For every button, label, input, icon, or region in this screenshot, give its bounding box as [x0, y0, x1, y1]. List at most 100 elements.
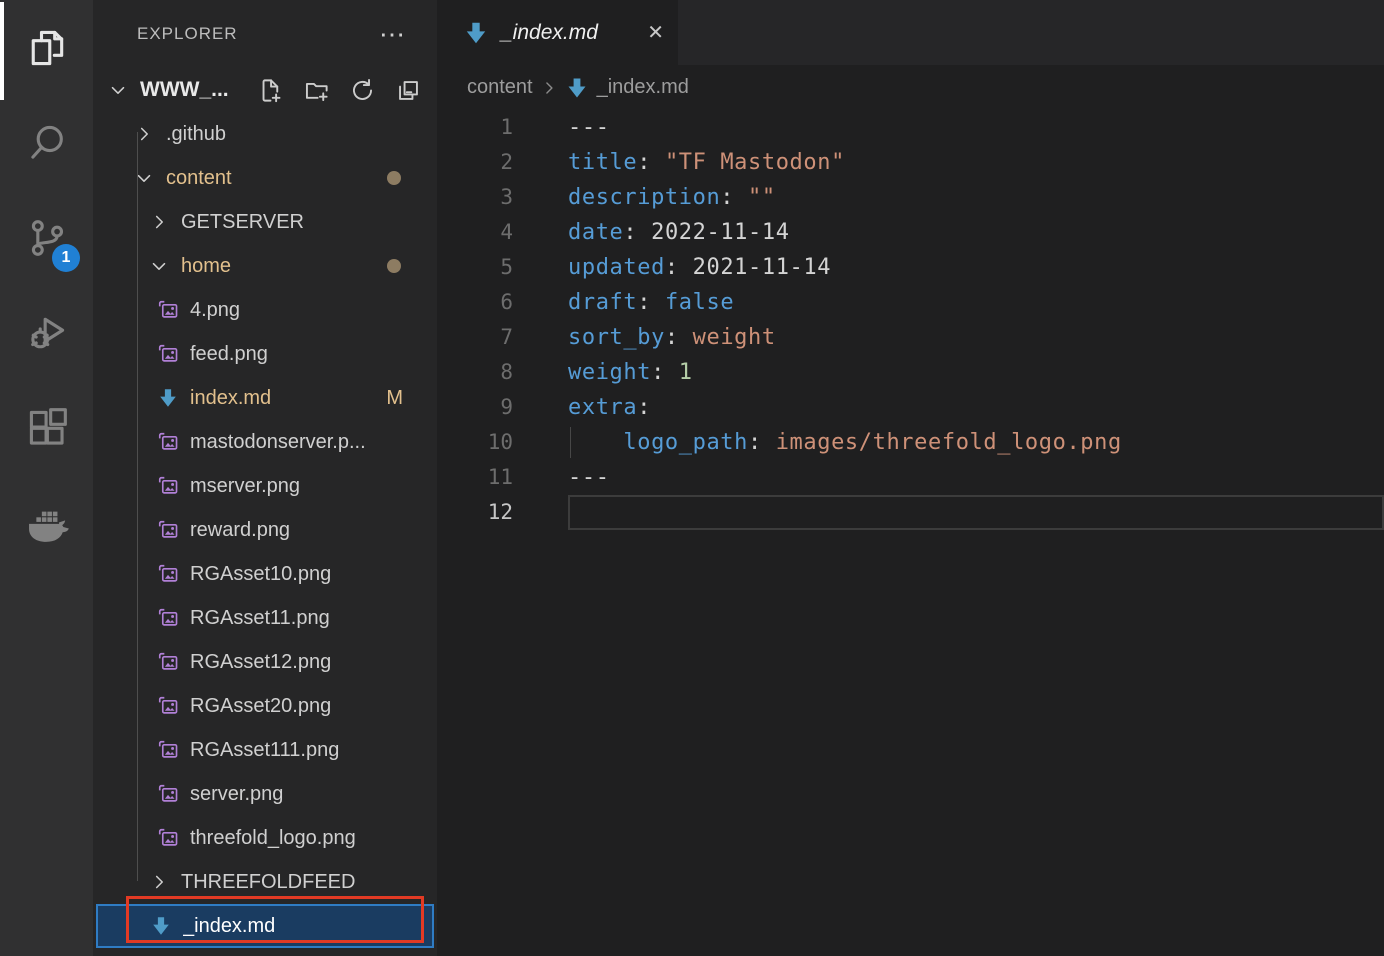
explorer-title: EXPLORER — [137, 24, 238, 44]
tree-item-index-md[interactable]: index.mdM — [93, 376, 437, 420]
activity-item-docker[interactable] — [0, 475, 93, 570]
tree-item-label: RGAsset111.png — [190, 739, 339, 762]
code-line-10[interactable]: 10 logo_path: images/threefold_logo.png — [437, 425, 1384, 460]
activity-item-extensions[interactable] — [0, 380, 93, 475]
activity-item-source-control[interactable]: 1 — [0, 190, 93, 285]
code-line-12[interactable]: 12 — [437, 495, 1384, 530]
code-line-2[interactable]: 2 title: "TF Mastodon" — [437, 145, 1384, 180]
tree-item-label: content — [166, 167, 232, 190]
line-number: 12 — [437, 495, 513, 530]
code-line-4[interactable]: 4date: 2022-11-14 — [437, 215, 1384, 250]
chevron-right-icon — [148, 871, 170, 893]
line-number: 2 — [437, 145, 513, 180]
line-number: 1 — [437, 110, 513, 145]
tree-item-home[interactable]: home — [93, 244, 437, 288]
indent-guide — [570, 427, 571, 458]
image-icon — [157, 299, 179, 321]
tree-item-rgasset10-png[interactable]: RGAsset10.png — [93, 552, 437, 596]
tree-item-github[interactable]: .github — [93, 112, 437, 156]
breadcrumb: content _index.md — [437, 65, 1384, 110]
image-icon — [157, 343, 179, 365]
tree-item-rgasset11-png[interactable]: RGAsset11.png — [93, 596, 437, 640]
tree-item-www[interactable]: WWW_... — [93, 68, 437, 112]
tree-item-label: server.png — [190, 783, 283, 806]
code-line-3[interactable]: 3description: "" — [437, 180, 1384, 215]
image-icon — [157, 431, 179, 453]
line-content: draft: false — [568, 285, 1384, 320]
tree-item-getserver[interactable]: GETSERVER — [93, 200, 437, 244]
tree-item-label: GETSERVER — [181, 211, 304, 234]
breadcrumb-item-index-md[interactable]: _index.md — [597, 76, 689, 99]
chevron-right-icon — [133, 123, 155, 145]
tree-item-feed-png[interactable]: feed.png — [93, 332, 437, 376]
image-icon — [157, 695, 179, 717]
tree-item-rgasset12-png[interactable]: RGAsset12.png — [93, 640, 437, 684]
tab-bar: _index.md ✕ — [437, 0, 1384, 65]
tree-item-label: THREEFOLDFEED — [181, 871, 355, 894]
code-line-8[interactable]: 8 weight: 1 — [437, 355, 1384, 390]
extensions-icon — [25, 406, 69, 450]
image-icon — [157, 739, 179, 761]
tree-item-label: mserver.png — [190, 475, 300, 498]
line-content: title: "TF Mastodon" — [568, 145, 1384, 180]
new-file-icon[interactable] — [257, 77, 284, 104]
source-control-badge: 1 — [52, 244, 80, 272]
code-line-5[interactable]: 5updated: 2021-11-14 — [437, 250, 1384, 285]
code-line-11[interactable]: 11--- — [437, 460, 1384, 495]
tree-item-label: _index.md — [183, 915, 275, 938]
code-line-6[interactable]: 6 draft: false — [437, 285, 1384, 320]
tree-item-mastodonserver-p[interactable]: mastodonserver.p... — [93, 420, 437, 464]
docker-icon — [25, 501, 69, 545]
chevron-right-icon — [148, 211, 170, 233]
chevron-down-icon — [107, 79, 129, 101]
explorer-toolbar — [257, 77, 437, 104]
tree-item-threefold-logo-png[interactable]: threefold_logo.png — [93, 816, 437, 860]
code-editor[interactable]: 1---2 title: "TF Mastodon"3description: "… — [437, 110, 1384, 530]
activity-item-explorer[interactable] — [0, 0, 93, 95]
breadcrumb-item-content[interactable]: content — [467, 76, 533, 99]
chevron-down-icon — [133, 167, 155, 189]
chevron-right-icon — [539, 78, 559, 98]
more-actions-icon[interactable]: ⋯ — [379, 21, 407, 47]
tree-item-4-png[interactable]: 4.png — [93, 288, 437, 332]
image-icon — [157, 827, 179, 849]
tree-item-rgasset20-png[interactable]: RGAsset20.png — [93, 684, 437, 728]
tree-item-label: 4.png — [190, 299, 240, 322]
line-number: 11 — [437, 460, 513, 495]
code-line-1[interactable]: 1--- — [437, 110, 1384, 145]
line-number: 6 — [437, 285, 513, 320]
image-icon — [157, 783, 179, 805]
refresh-icon[interactable] — [349, 77, 376, 104]
tree-item-index-md[interactable]: _index.md — [96, 904, 434, 948]
tree-item-label: index.md — [190, 387, 271, 410]
image-icon — [157, 651, 179, 673]
chevron-down-icon — [148, 255, 170, 277]
git-modified-dot — [387, 259, 401, 273]
tree-item-reward-png[interactable]: reward.png — [93, 508, 437, 552]
tree-item-rgasset111-png[interactable]: RGAsset111.png — [93, 728, 437, 772]
activity-item-run-and-debug[interactable] — [0, 285, 93, 380]
run-debug-icon — [25, 311, 69, 355]
tree-item-label: reward.png — [190, 519, 290, 542]
code-line-7[interactable]: 7sort_by: weight — [437, 320, 1384, 355]
line-content: updated: 2021-11-14 — [568, 250, 1384, 285]
new-folder-icon[interactable] — [303, 77, 330, 104]
line-number: 7 — [437, 320, 513, 355]
image-icon — [157, 607, 179, 629]
line-number: 8 — [437, 355, 513, 390]
tree-item-mserver-png[interactable]: mserver.png — [93, 464, 437, 508]
activity-item-search[interactable] — [0, 95, 93, 190]
line-number: 4 — [437, 215, 513, 250]
tree-item-threefoldfeed[interactable]: THREEFOLDFEED — [93, 860, 437, 904]
tree-item-server-png[interactable]: server.png — [93, 772, 437, 816]
code-line-9[interactable]: 9extra: — [437, 390, 1384, 425]
tab-close-icon[interactable]: ✕ — [647, 20, 664, 45]
tab-label: _index.md — [501, 21, 598, 45]
line-number: 3 — [437, 180, 513, 215]
tab-index-md[interactable]: _index.md ✕ — [437, 0, 678, 65]
collapse-all-icon[interactable] — [395, 77, 422, 104]
line-content — [568, 495, 1384, 530]
file-tree: WWW_....github content GETSERVER home 4.png f… — [93, 68, 437, 948]
tree-item-content[interactable]: content — [93, 156, 437, 200]
line-content: weight: 1 — [568, 355, 1384, 390]
